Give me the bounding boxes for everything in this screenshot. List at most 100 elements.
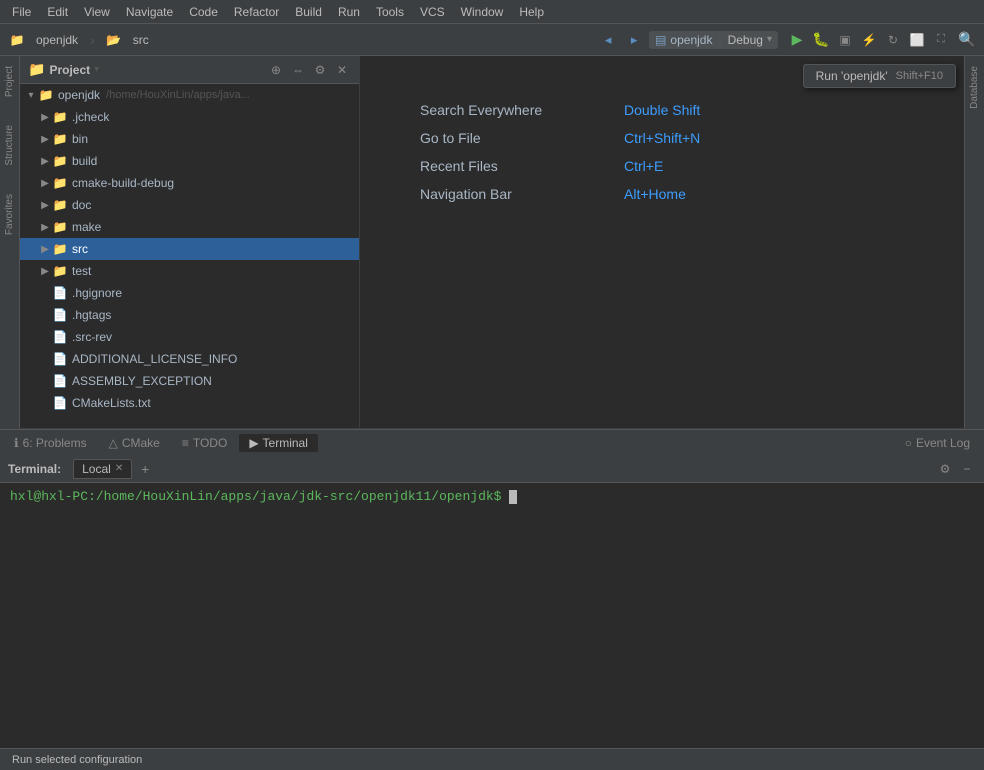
terminal-header: Terminal: Local ✕ + ⚙ − bbox=[0, 455, 984, 483]
build-arrow: ▶ bbox=[38, 156, 52, 167]
menu-build[interactable]: Build bbox=[287, 3, 330, 21]
build-label: build bbox=[72, 154, 97, 168]
event-log-btn[interactable]: ○ Event Log bbox=[895, 434, 980, 452]
menu-tools[interactable]: Tools bbox=[368, 3, 412, 21]
file-tree: ▾ 📁 openjdk /home/HouXinLin/apps/java...… bbox=[20, 84, 359, 428]
tree-item-hgtags[interactable]: 📄 .hgtags bbox=[20, 304, 359, 326]
tree-root[interactable]: ▾ 📁 openjdk /home/HouXinLin/apps/java... bbox=[20, 84, 359, 106]
tree-item-build[interactable]: ▶ 📁 build bbox=[20, 150, 359, 172]
menu-vcs[interactable]: VCS bbox=[412, 3, 453, 21]
root-folder-icon: 📁 bbox=[38, 87, 54, 103]
doc-icon: 📁 bbox=[52, 197, 68, 213]
root-arrow: ▾ bbox=[24, 90, 38, 101]
tree-item-src[interactable]: ▶ 📁 src bbox=[20, 238, 359, 260]
debug-button[interactable]: 🐛 bbox=[810, 29, 832, 51]
tree-item-make[interactable]: ▶ 📁 make bbox=[20, 216, 359, 238]
tool-tab-problems[interactable]: ℹ 6: Problems bbox=[4, 434, 97, 452]
tree-item-doc[interactable]: ▶ 📁 doc bbox=[20, 194, 359, 216]
tree-item-cmake[interactable]: ▶ 📁 cmake-build-debug bbox=[20, 172, 359, 194]
qa-search-shortcut[interactable]: Double Shift bbox=[624, 102, 700, 118]
tree-item-assembly[interactable]: 📄 ASSEMBLY_EXCEPTION bbox=[20, 370, 359, 392]
editor-panel: Run 'openjdk' Shift+F10 Search Everywher… bbox=[360, 56, 964, 428]
jcheck-label: .jcheck bbox=[72, 110, 109, 124]
project-close-btn[interactable]: ✕ bbox=[333, 61, 351, 79]
hgignore-label: .hgignore bbox=[72, 286, 122, 300]
doc-arrow: ▶ bbox=[38, 200, 52, 211]
stop-button[interactable]: ⬜ bbox=[906, 29, 928, 51]
problems-icon: ℹ bbox=[14, 436, 19, 450]
terminal-local-tab[interactable]: Local ✕ bbox=[73, 459, 132, 479]
menu-window[interactable]: Window bbox=[453, 3, 512, 21]
qa-navbar-shortcut[interactable]: Alt+Home bbox=[624, 186, 686, 202]
qa-recent-shortcut[interactable]: Ctrl+E bbox=[624, 158, 663, 174]
todo-label: TODO bbox=[193, 436, 227, 450]
tree-item-hgignore[interactable]: 📄 .hgignore bbox=[20, 282, 359, 304]
menu-file[interactable]: File bbox=[4, 3, 39, 21]
assembly-icon: 📄 bbox=[52, 373, 68, 389]
tree-item-test[interactable]: ▶ 📁 test bbox=[20, 260, 359, 282]
terminal-minimize-btn[interactable]: − bbox=[958, 460, 976, 478]
search-everywhere-button[interactable]: 🔍 bbox=[956, 29, 978, 51]
cmakelists-label: CMakeLists.txt bbox=[72, 396, 151, 410]
bottom-tools-bar: ℹ 6: Problems △ CMake ≡ TODO ▶ Terminal … bbox=[0, 429, 984, 455]
fullscreen-button[interactable]: ⛶ bbox=[930, 29, 952, 51]
src-tree-arrow: ▶ bbox=[38, 244, 52, 255]
tree-item-bin[interactable]: ▶ 📁 bin bbox=[20, 128, 359, 150]
terminal-tab-label: Local bbox=[82, 462, 111, 476]
run-config-name: openjdk bbox=[670, 33, 712, 47]
menu-navigate[interactable]: Navigate bbox=[118, 3, 181, 21]
project-locate-btn[interactable]: ⊕ bbox=[267, 61, 285, 79]
make-label: make bbox=[72, 220, 101, 234]
structure-strip-label[interactable]: Structure bbox=[4, 125, 15, 166]
project-settings-btn[interactable]: ⚙ bbox=[311, 61, 329, 79]
make-icon: 📁 bbox=[52, 219, 68, 235]
tree-item-cmakelists[interactable]: 📄 CMakeLists.txt bbox=[20, 392, 359, 414]
navigate-forward-btn[interactable]: ▸ bbox=[623, 29, 645, 51]
project-header: 📁 Project ▾ ⊕ ⇔ ⚙ ✕ bbox=[20, 56, 359, 84]
tree-item-license[interactable]: 📄 ADDITIONAL_LICENSE_INFO bbox=[20, 348, 359, 370]
database-strip-label[interactable]: Database bbox=[969, 66, 980, 109]
terminal-add-tab-btn[interactable]: + bbox=[136, 460, 154, 478]
license-label: ADDITIONAL_LICENSE_INFO bbox=[72, 352, 237, 366]
event-log-label: Event Log bbox=[916, 436, 970, 450]
breadcrumb-folder[interactable]: src bbox=[129, 33, 153, 47]
tooltip-shortcut: Shift+F10 bbox=[896, 70, 943, 82]
favorites-strip-label[interactable]: Favorites bbox=[4, 194, 15, 235]
profile-button[interactable]: ⚡ bbox=[858, 29, 880, 51]
terminal-tab-close[interactable]: ✕ bbox=[115, 463, 123, 474]
project-scroll-btn[interactable]: ⇔ bbox=[289, 61, 307, 79]
tool-tab-todo[interactable]: ≡ TODO bbox=[172, 434, 237, 452]
tree-item-jcheck[interactable]: ▶ 📁 .jcheck bbox=[20, 106, 359, 128]
menu-run[interactable]: Run bbox=[330, 3, 368, 21]
project-strip-label[interactable]: Project bbox=[4, 66, 15, 97]
terminal-actions: ⚙ − bbox=[936, 460, 976, 478]
tree-item-srcrev[interactable]: 📄 .src-rev bbox=[20, 326, 359, 348]
root-label: openjdk bbox=[58, 88, 100, 102]
qa-goto-shortcut[interactable]: Ctrl+Shift+N bbox=[624, 130, 700, 146]
coverage-button[interactable]: ▣ bbox=[834, 29, 856, 51]
menu-view[interactable]: View bbox=[76, 3, 118, 21]
terminal-tool-label: Terminal bbox=[263, 436, 308, 450]
project-name[interactable]: openjdk bbox=[32, 33, 82, 47]
run-button[interactable]: ▶ bbox=[786, 29, 808, 51]
menu-bar: File Edit View Navigate Code Refactor Bu… bbox=[0, 0, 984, 24]
terminal-body[interactable]: hxl@hxl-PC:/home/HouXinLin/apps/java/jdk… bbox=[0, 483, 984, 748]
menu-help[interactable]: Help bbox=[511, 3, 552, 21]
menu-refactor[interactable]: Refactor bbox=[226, 3, 287, 21]
run-config-selector[interactable]: ▤ openjdk | Debug ▾ bbox=[649, 31, 778, 49]
hgtags-icon: 📄 bbox=[52, 307, 68, 323]
tool-tab-terminal[interactable]: ▶ Terminal bbox=[239, 434, 318, 452]
menu-edit[interactable]: Edit bbox=[39, 3, 76, 21]
src-tree-label: src bbox=[72, 242, 88, 256]
menu-code[interactable]: Code bbox=[181, 3, 226, 21]
cmake-tool-icon: △ bbox=[109, 436, 118, 450]
cmakelists-icon: 📄 bbox=[52, 395, 68, 411]
breadcrumb-sep: › bbox=[86, 32, 99, 48]
navigate-back-btn[interactable]: ◂ bbox=[597, 29, 619, 51]
terminal-settings-btn[interactable]: ⚙ bbox=[936, 460, 954, 478]
qa-row-goto: Go to File Ctrl+Shift+N bbox=[420, 124, 964, 152]
refresh-button[interactable]: ↻ bbox=[882, 29, 904, 51]
hgignore-icon: 📄 bbox=[52, 285, 68, 301]
tool-tab-cmake[interactable]: △ CMake bbox=[99, 434, 170, 452]
terminal-title: Terminal: bbox=[8, 462, 61, 476]
